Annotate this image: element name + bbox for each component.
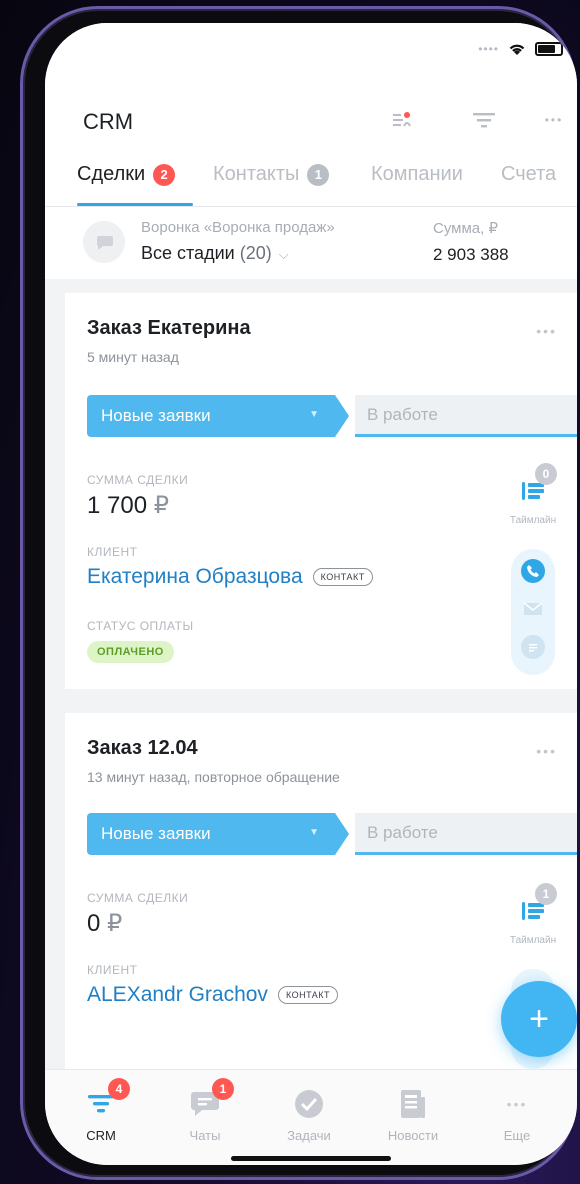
phone-frame: •••• CRM ••• Сделки 2 Контакты 1 Компани… (20, 6, 577, 1180)
tab-invoices[interactable]: Счета (501, 163, 556, 186)
app-header: CRM ••• (45, 83, 577, 147)
contact-tag: КОНТАКТ (312, 568, 373, 586)
timeline-button[interactable]: 1 Таймлайн (505, 883, 561, 946)
chat-icon: 1 (188, 1078, 234, 1120)
check-circle-icon (292, 1088, 326, 1120)
tab-deals-badge: 2 (153, 163, 176, 186)
tab-contacts-badge: 1 (307, 163, 330, 186)
message-icon[interactable] (521, 635, 545, 659)
stage-current-label: Новые заявки (101, 824, 211, 843)
tabbar-item-chats[interactable]: 1 Чаты (157, 1078, 253, 1143)
client-link[interactable]: Екатерина Образцова КОНТАКТ (87, 565, 373, 589)
tabbar-item-crm[interactable]: 4 CRM (53, 1078, 149, 1143)
tabbar-tasks-label: Задачи (287, 1128, 331, 1143)
deal-amount-value: 0 (87, 910, 101, 937)
wifi-icon (509, 44, 525, 55)
stage-count: (20) (239, 243, 272, 263)
payment-status-label: СТАТУС ОПЛАТЫ (87, 619, 194, 633)
stage-label: Все стадии (141, 243, 235, 263)
funnel-stage[interactable]: Все стадии (20) ⌵ (141, 243, 289, 264)
status-bar: •••• (45, 23, 577, 83)
tabbar-item-tasks[interactable]: Задачи (261, 1088, 357, 1143)
stage-current-label: Новые заявки (101, 406, 211, 425)
crm-filter-icon: 4 (84, 1078, 130, 1120)
timeline-icon: 0 (515, 463, 557, 509)
currency-sign: ₽ (107, 910, 123, 937)
tabbar-more-label: Еще (503, 1128, 531, 1143)
deal-amount-value: 1 700 (87, 492, 148, 519)
home-indicator (231, 1156, 391, 1161)
timeline-button[interactable]: 0 Таймлайн (505, 463, 561, 526)
funnel-name: Воронка «Воронка продаж» (141, 219, 335, 236)
deal-subtitle: 5 минут назад (87, 349, 179, 365)
tab-deals[interactable]: Сделки 2 (77, 163, 176, 186)
contact-tag: КОНТАКТ (277, 986, 339, 1004)
funnel-icon (83, 221, 125, 263)
timeline-label: Таймлайн (509, 935, 557, 946)
active-tab-indicator (77, 203, 193, 206)
phone-icon[interactable] (521, 559, 545, 583)
communication-panel (511, 549, 555, 675)
page-title: CRM (83, 109, 134, 134)
client-label: КЛИЕНТ (87, 963, 138, 977)
timeline-label: Таймлайн (509, 515, 557, 526)
stage-current-button[interactable]: Новые заявки ▼ (87, 395, 349, 437)
tabbar-item-news[interactable]: Новости (365, 1088, 461, 1143)
app-screen: •••• CRM ••• Сделки 2 Контакты 1 Компани… (45, 23, 577, 1165)
tab-bar-top: Сделки 2 Контакты 1 Компании Счета (45, 147, 577, 207)
sum-value: 2 903 388 (433, 245, 509, 264)
client-name: ALEXandr Grachov (87, 983, 268, 1006)
more-icon[interactable]: ••• (539, 107, 569, 133)
deal-title: Заказ 12.04 (87, 737, 198, 759)
email-icon[interactable] (521, 597, 545, 621)
tabbar-chats-label: Чаты (189, 1128, 221, 1143)
search-person-icon[interactable] (387, 107, 417, 133)
timeline-count: 1 (535, 883, 557, 905)
caret-down-icon: ▼ (309, 409, 319, 420)
tab-contacts[interactable]: Контакты 1 (213, 163, 330, 186)
sum-label: Сумма, ₽ (433, 220, 499, 237)
caret-down-icon: ▼ (309, 827, 319, 838)
funnel-selector[interactable]: Воронка «Воронка продаж» Все стадии (20)… (45, 207, 577, 279)
news-icon (396, 1088, 430, 1120)
deal-title: Заказ Екатерина (87, 317, 251, 339)
tab-companies[interactable]: Компании (371, 163, 463, 186)
currency-sign: ₽ (153, 492, 170, 519)
battery-icon (535, 42, 563, 56)
tab-deals-label: Сделки (77, 163, 146, 185)
tabbar-crm-badge: 4 (108, 1078, 130, 1100)
tabbar-news-label: Новости (387, 1128, 439, 1143)
deal-amount: 0 ₽ (87, 909, 122, 938)
tab-companies-label: Компании (371, 163, 463, 185)
filter-icon[interactable] (469, 107, 499, 133)
deal-more-icon[interactable]: ••• (536, 323, 557, 339)
tab-contacts-label: Контакты (213, 163, 300, 185)
tabbar-item-more[interactable]: ••• Еще (469, 1088, 565, 1143)
client-label: КЛИЕНТ (87, 545, 138, 559)
signal-icon: •••• (478, 42, 499, 56)
timeline-count: 0 (535, 463, 557, 485)
timeline-icon: 1 (515, 883, 557, 929)
tab-invoices-label: Счета (501, 163, 557, 185)
deal-amount: 1 700 ₽ (87, 491, 169, 520)
tabbar-crm-label: CRM (86, 1128, 116, 1143)
more-icon: ••• (506, 1096, 528, 1112)
tabbar-chats-badge: 1 (212, 1078, 234, 1100)
deal-card[interactable]: Заказ Екатерина 5 минут назад ••• Новые … (65, 293, 577, 689)
stage-next-button[interactable]: В работе (355, 813, 577, 855)
deal-more-icon[interactable]: ••• (536, 743, 557, 759)
deal-sum-label: СУММА СДЕЛКИ (87, 473, 189, 487)
deal-sum-label: СУММА СДЕЛКИ (87, 891, 189, 905)
deal-subtitle: 13 минут назад, повторное обращение (87, 769, 340, 785)
client-link[interactable]: ALEXandr Grachov КОНТАКТ (87, 983, 339, 1007)
bottom-tab-bar: 4 CRM 1 Чаты Задачи Новости ••• Еще (45, 1069, 577, 1165)
stage-next-button[interactable]: В работе (355, 395, 577, 437)
stage-current-button[interactable]: Новые заявки ▼ (87, 813, 349, 855)
client-name: Екатерина Образцова (87, 565, 303, 588)
add-deal-button[interactable]: + (501, 981, 577, 1057)
payment-status-badge: ОПЛАЧЕНО (87, 641, 174, 663)
chevron-down-icon: ⌵ (278, 247, 289, 262)
